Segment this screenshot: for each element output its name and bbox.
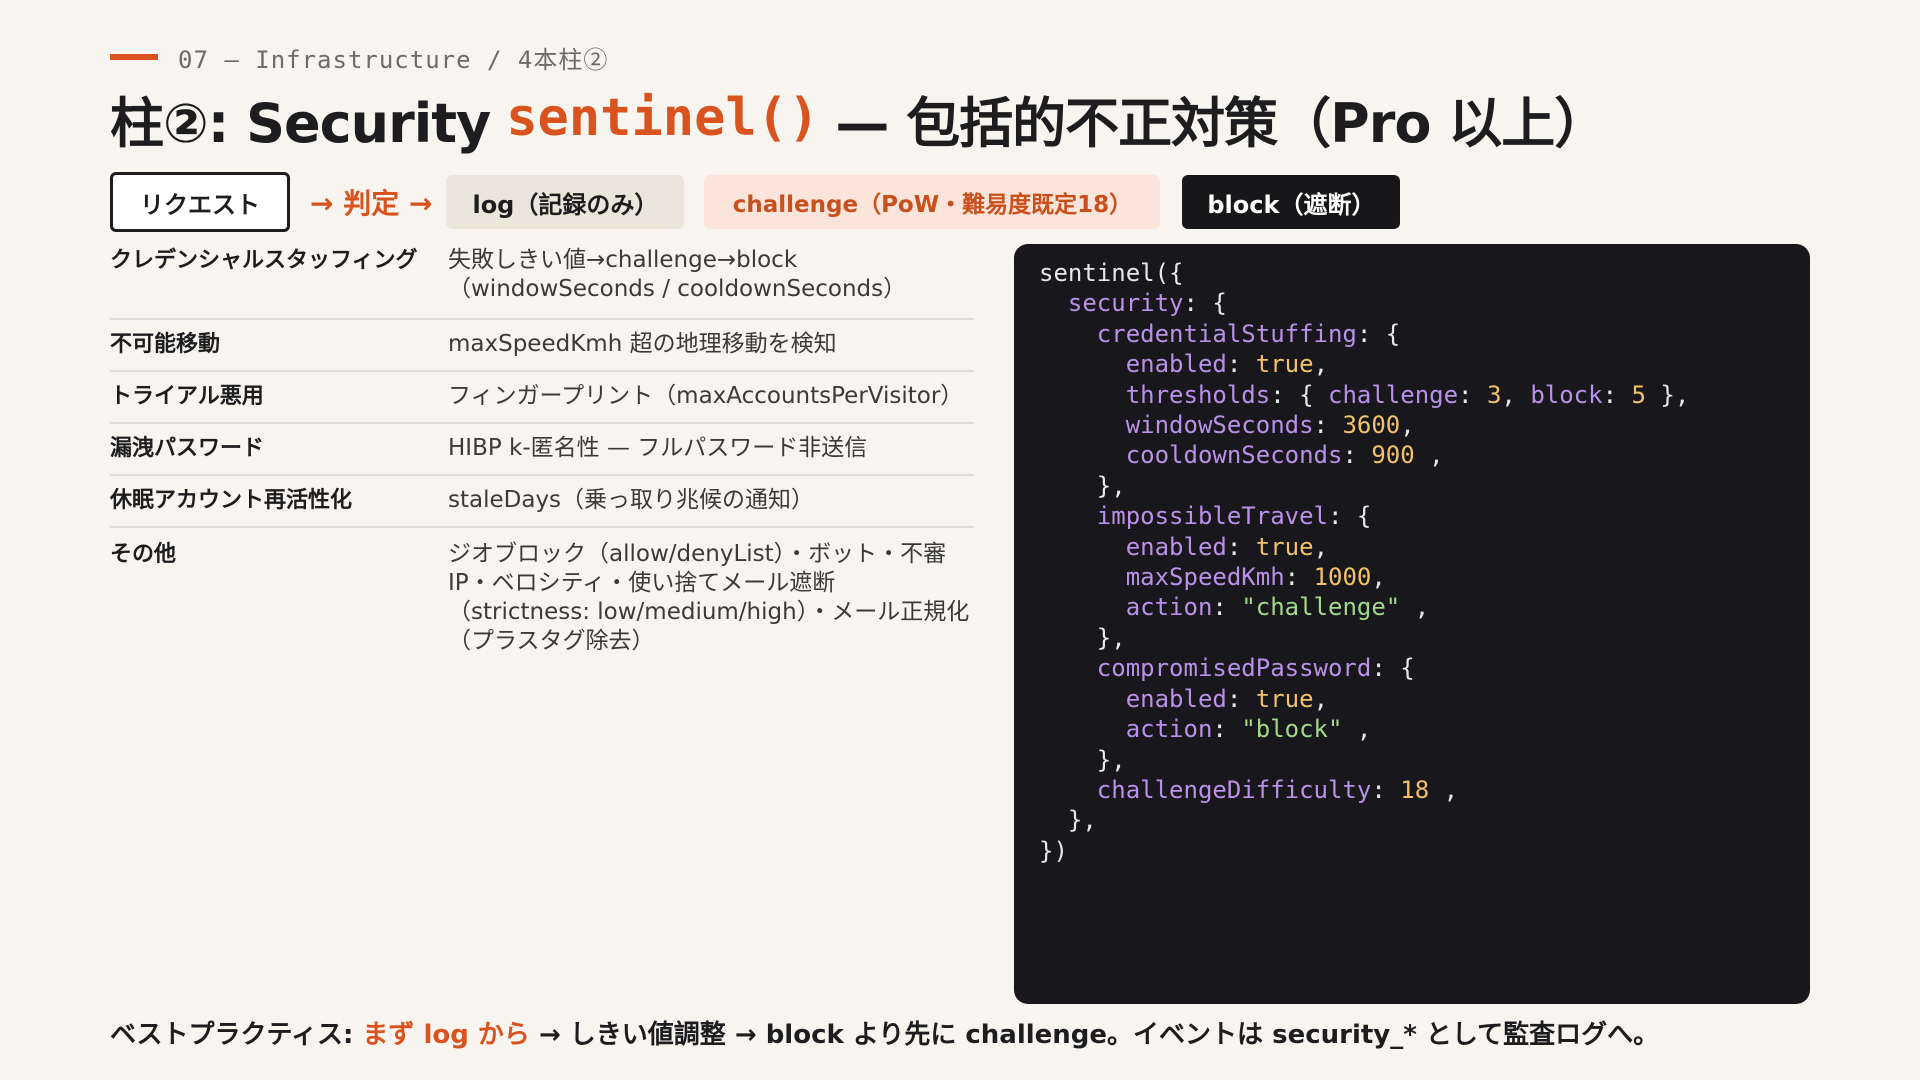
page-title: 柱②: Security sentinel() — 包括的不正対策（Pro 以上… [110,80,1608,156]
code-line: cooldownSeconds: 900 , [1125,441,1444,470]
row-key: 漏洩パスワード [110,436,265,461]
code-line: }, [1039,745,1126,774]
title-code: sentinel() [506,88,820,148]
row-value: staleDays（乗っ取り兆候の通知） [448,487,815,513]
footer-rest: → しきい値調整 → block より先に challenge。イベントは se… [529,1020,1660,1050]
title-prefix: 柱②: Security [110,91,491,155]
eyebrow: 07 — Infrastructure / 4本柱② [110,42,609,74]
row-value: 失敗しきい値→challenge→block（windowSeconds / c… [448,247,907,302]
code-line: maxSpeedKmh: 1000, [1125,563,1386,592]
footer-highlight: まず log から [362,1020,530,1050]
row-value: ジオブロック（allow/denyList）・ボット・不審IP・ベロシティ・使い… [448,541,970,654]
code-line: compromisedPassword: { [1096,654,1415,683]
judge-arrow: → 判定 → [310,187,433,220]
row-value: フィンガープリント（maxAccountsPerVisitor） [448,383,964,409]
eyebrow-text: 07 — Infrastructure / 4本柱② [178,45,609,74]
code-line: }) [1039,836,1068,865]
block-chip: block（遮断） [1182,175,1401,229]
row-key: 休眠アカウント再活性化 [110,488,353,513]
row-key: 不可能移動 [110,332,221,357]
table-row: 休眠アカウント再活性化 staleDays（乗っ取り兆候の通知） [110,476,974,528]
row-value: maxSpeedKmh 超の地理移動を検知 [448,331,837,357]
table-row: 漏洩パスワード HIBP k-匿名性 — フルパスワード非送信 [110,424,974,476]
code-line: thresholds: { challenge: 3, block: 5 }, [1125,380,1690,409]
row-value: HIBP k-匿名性 — フルパスワード非送信 [448,435,868,461]
best-practice-footer: ベストプラクティス: まず log から → しきい値調整 → block より… [110,1014,1659,1051]
feature-table: クレデンシャルスタッフィング 失敗しきい値→challenge→block（wi… [110,242,974,658]
log-chip: log（記録のみ） [446,175,685,229]
table-row: その他 ジオブロック（allow/denyList）・ボット・不審IP・ベロシテ… [110,528,974,658]
code-line: }, [1039,471,1126,500]
row-key: その他 [110,542,177,567]
code-line: impossibleTravel: { [1096,502,1372,531]
code-line: enabled: true, [1125,684,1329,713]
table-row: トライアル悪用 フィンガープリント（maxAccountsPerVisitor） [110,372,974,424]
code-panel: sentinel({ security: { credentialStuffin… [1014,244,1810,1004]
title-suffix: — 包括的不正対策（Pro 以上） [835,91,1608,155]
code-line: enabled: true, [1125,532,1329,561]
challenge-chip: challenge（PoW・難易度既定18） [704,175,1161,229]
table-row: 不可能移動 maxSpeedKmh 超の地理移動を検知 [110,320,974,372]
code-line: sentinel({ [1039,259,1184,287]
code-line: action: "challenge" , [1125,593,1430,622]
decision-flow: リクエスト → 判定 → log（記録のみ） challenge（PoW・難易度… [110,172,1401,232]
request-chip: リクエスト [110,172,290,232]
code-line: challengeDifficulty: 18 , [1096,775,1459,804]
code-line: }, [1039,806,1097,835]
code-line: security: { [1067,289,1227,318]
code-line: windowSeconds: 3600, [1125,411,1415,440]
code-line: enabled: true, [1125,350,1329,379]
code-line: action: "block" , [1125,715,1372,744]
footer-lead: ベストプラクティス: [110,1020,363,1050]
code-block: sentinel({ security: { credentialStuffin… [1039,258,1810,866]
accent-bar [110,54,158,60]
row-key: トライアル悪用 [110,384,264,409]
row-key: クレデンシャルスタッフィング [110,248,418,273]
table-row: クレデンシャルスタッフィング 失敗しきい値→challenge→block（wi… [110,242,974,320]
code-line: credentialStuffing: { [1096,319,1401,348]
code-line: }, [1039,623,1126,652]
